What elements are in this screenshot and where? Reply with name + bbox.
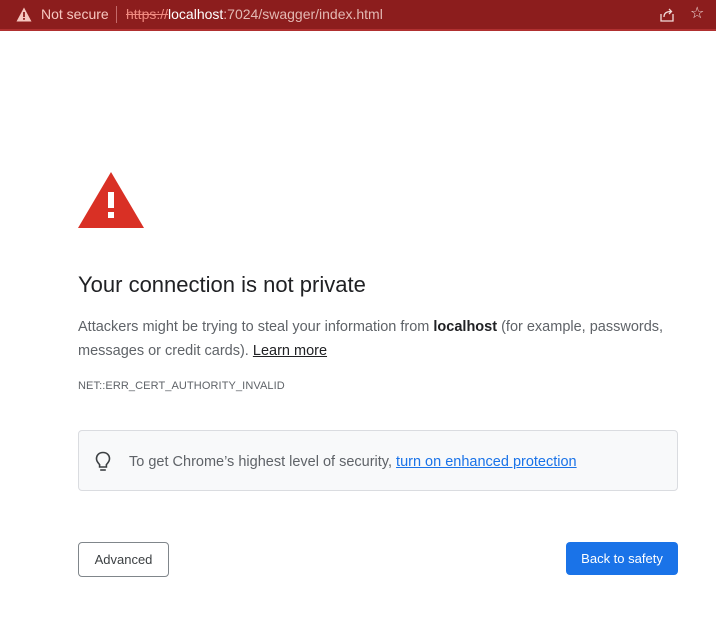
enhanced-protection-link[interactable]: turn on enhanced protection — [396, 454, 577, 470]
error-code[interactable]: NET::ERR_CERT_AUTHORITY_INVALID — [78, 380, 285, 392]
share-icon[interactable] — [659, 7, 675, 23]
url-scheme: https:// — [126, 6, 169, 22]
address-bar[interactable]: Not secure https://localhost:7024/swagge… — [0, 0, 716, 31]
lightbulb-icon — [95, 451, 111, 471]
warning-icon[interactable] — [16, 7, 32, 22]
page-title: Your connection is not private — [78, 272, 366, 297]
explanation-text: Attackers might be trying to steal your … — [78, 315, 678, 363]
address-separator — [116, 6, 117, 23]
not-secure-label[interactable]: Not secure — [41, 6, 109, 22]
star-icon[interactable]: ☆ — [690, 5, 704, 23]
enhanced-protection-box: To get Chrome’s highest level of securit… — [78, 430, 678, 491]
warning-triangle-icon — [78, 172, 144, 228]
advanced-button[interactable]: Advanced — [78, 542, 169, 577]
url-text[interactable]: https://localhost:7024/swagger/index.htm… — [126, 6, 383, 22]
back-to-safety-button[interactable]: Back to safety — [566, 542, 678, 575]
explanation-before: Attackers might be trying to steal your … — [78, 319, 434, 335]
url-path: :7024/swagger/index.html — [223, 6, 383, 22]
enhanced-protection-text: To get Chrome’s highest level of securit… — [129, 453, 577, 471]
url-host: localhost — [168, 6, 224, 22]
explanation-host: localhost — [433, 319, 498, 335]
learn-more-link[interactable]: Learn more — [253, 343, 327, 359]
enhanced-text-lead: To get Chrome’s highest level of securit… — [129, 454, 397, 470]
